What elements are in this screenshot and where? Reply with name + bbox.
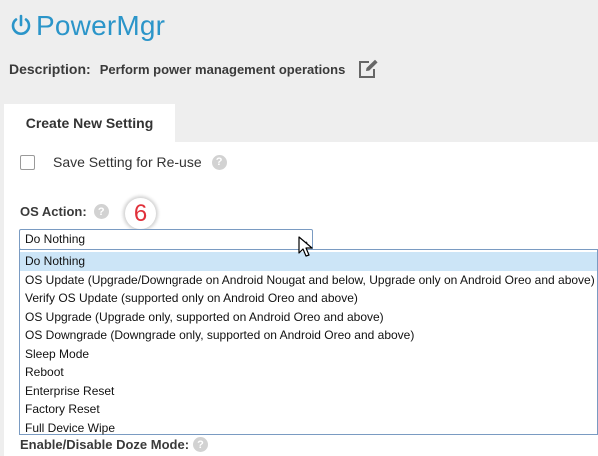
help-icon[interactable]: ?: [211, 154, 227, 170]
save-setting-label: Save Setting for Re-use: [53, 154, 202, 170]
doze-mode-label: Enable/Disable Doze Mode:: [20, 437, 190, 452]
step-callout-badge: 6: [125, 198, 156, 229]
os-action-row: OS Action: ?: [20, 204, 109, 219]
dropdown-option-factory-reset[interactable]: Factory Reset: [20, 400, 597, 419]
help-icon[interactable]: ?: [93, 204, 109, 219]
dropdown-option-reboot[interactable]: Reboot: [20, 363, 597, 382]
save-setting-checkbox[interactable]: [20, 154, 35, 170]
app-title: PowerMgr: [36, 10, 166, 41]
dropdown-option-os-downgrade[interactable]: OS Downgrade (Downgrade only, supported …: [20, 326, 597, 345]
doze-mode-row: Enable/Disable Doze Mode: ?: [20, 437, 209, 452]
dropdown-option-full-device-wipe[interactable]: Full Device Wipe: [20, 419, 597, 438]
dropdown-option-sleep-mode[interactable]: Sleep Mode: [20, 345, 597, 364]
description-text: Perform power management operations: [99, 61, 346, 77]
save-setting-row: Save Setting for Re-use ?: [20, 154, 227, 170]
app-header: PowerMgr: [8, 10, 165, 42]
dropdown-option-os-update[interactable]: OS Update (Upgrade/Downgrade on Android …: [20, 271, 597, 290]
page: PowerMgr Description: Perform power mana…: [0, 0, 598, 456]
mouse-pointer-icon: [298, 236, 314, 258]
dropdown-option-os-upgrade[interactable]: OS Upgrade (Upgrade only, supported on A…: [20, 308, 597, 327]
dropdown-option-verify-os-update[interactable]: Verify OS Update (supported only on Andr…: [20, 289, 597, 308]
description-row: Description: Perform power management op…: [9, 58, 379, 80]
os-action-label: OS Action:: [20, 204, 87, 219]
os-action-select[interactable]: Do Nothing: [19, 229, 313, 250]
tab-create-new-setting[interactable]: Create New Setting: [4, 104, 175, 142]
os-action-selected-value: Do Nothing: [25, 232, 86, 246]
dropdown-option-enterprise-reset[interactable]: Enterprise Reset: [20, 382, 597, 401]
help-icon[interactable]: ?: [193, 437, 209, 452]
edit-icon[interactable]: [357, 58, 379, 80]
os-action-dropdown-list: Do Nothing OS Update (Upgrade/Downgrade …: [19, 249, 598, 435]
power-icon: [8, 11, 34, 41]
description-label: Description:: [9, 61, 91, 77]
